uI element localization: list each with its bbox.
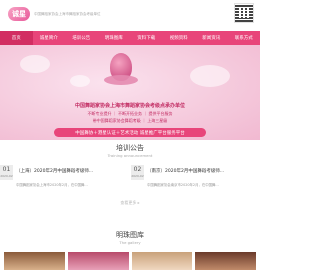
view-more-link[interactable]: 查看更多 ▸ (0, 200, 260, 206)
nav-item-videos[interactable]: 视频资料 (163, 31, 196, 45)
site-logo[interactable]: 诚星 中国舞蹈家协会上海市舞蹈家协会考级单位 (8, 7, 101, 21)
banner-subline: 不断专业提升 ｜ 不断开拓业务 ｜ 提供平台服务 (87, 111, 173, 116)
main-nav: 首页 诚星简介 培训公告 明珠图库 资料下载 视频资料 新闻资讯 联系方式 (0, 31, 260, 45)
header: 诚星 中国舞蹈家协会上海市舞蹈家协会考级单位 (0, 0, 260, 28)
banner-subline: 带中国舞蹈家协会舞蹈考级 ｜ 上海三星级 (92, 118, 168, 123)
date-day: 01 (2, 166, 11, 173)
qr-code-icon (234, 3, 254, 23)
list-item[interactable]: 02 2020-02 （南京）2020年2月中国舞蹈考级师... 中国舞蹈家协会… (131, 165, 260, 197)
news-title[interactable]: （上海）2020年2月中国舞蹈考级师... (16, 168, 126, 174)
nav-item-home[interactable]: 首页 (0, 31, 33, 45)
banner-headline: 中国舞蹈家协会上海市舞蹈家协会考级点承办单位 (74, 103, 185, 109)
list-item[interactable]: 01 2020-02 （上海）2020年2月中国舞蹈考级师... 中国舞蹈家协会… (0, 165, 128, 197)
date-year-month: 2020-02 (131, 174, 144, 178)
nav-item-news[interactable]: 新闻资讯 (195, 31, 228, 45)
nav-item-training[interactable]: 培训公告 (65, 31, 98, 45)
gallery-thumbnail[interactable] (67, 252, 129, 270)
decorative-petal (70, 75, 90, 87)
gallery-section-title: 明珠图库 (116, 231, 144, 239)
nav-item-gallery[interactable]: 明珠图库 (98, 31, 131, 45)
hero-banner[interactable]: 中国舞蹈家协会上海市舞蹈家协会考级点承办单位 不断专业提升 ｜ 不断开拓业务 ｜… (0, 45, 260, 140)
gallery-strip (0, 252, 260, 270)
decorative-petal (190, 65, 230, 87)
training-section-title: 培训公告 (116, 144, 144, 152)
gallery-thumbnail[interactable] (131, 252, 193, 270)
date-day: 02 (133, 166, 142, 173)
date-badge: 01 2020-02 (0, 165, 13, 180)
decorative-petal (20, 55, 50, 73)
date-badge: 02 2020-02 (131, 165, 144, 180)
gallery-thumbnail[interactable] (4, 252, 65, 270)
nav-item-about[interactable]: 诚星简介 (33, 31, 66, 45)
news-desc: 中国舞蹈家协会南京市2020年2月，在中国舞... (147, 183, 219, 187)
gallery-section-subtitle: The gallery (119, 240, 141, 245)
training-list: 01 2020-02 （上海）2020年2月中国舞蹈考级师... 中国舞蹈家协会… (0, 165, 260, 197)
news-title[interactable]: （南京）2020年2月中国舞蹈考级师... (147, 168, 259, 174)
nav-item-downloads[interactable]: 资料下载 (130, 31, 163, 45)
date-year-month: 2020-02 (0, 174, 13, 178)
logo-tagline: 中国舞蹈家协会上海市舞蹈家协会考级单位 (34, 12, 101, 16)
training-section-subtitle: Training announcement (107, 153, 153, 158)
logo-badge: 诚星 (8, 7, 30, 21)
dancer-image (104, 53, 138, 85)
news-desc: 中国舞蹈家协会上海市2020年2月，在中国舞... (16, 183, 88, 187)
banner-pill: 中国舞协＋港星认证＋艺术活动 诚星推广平台服务平台 (54, 128, 206, 137)
gallery-thumbnail[interactable] (195, 252, 256, 270)
nav-item-contact[interactable]: 联系方式 (228, 31, 261, 45)
